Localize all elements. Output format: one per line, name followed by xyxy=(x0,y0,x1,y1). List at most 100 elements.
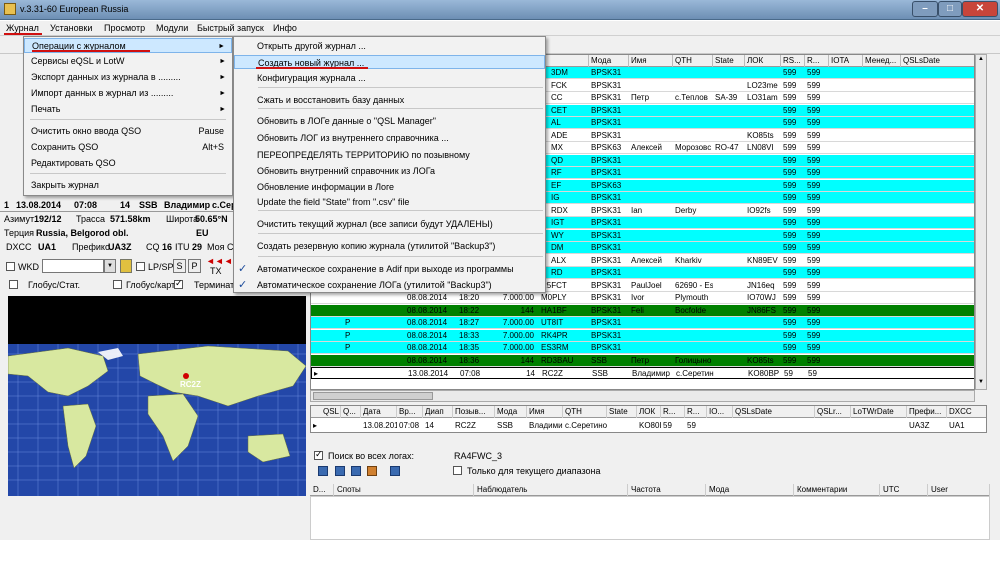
log-grid-horizontal-scrollbar[interactable] xyxy=(310,390,975,402)
cluster-column-header[interactable]: User xyxy=(928,484,990,496)
rst-rcvd-cell: 599 xyxy=(807,168,821,177)
minimize-button[interactable]: – xyxy=(912,1,938,17)
rst-sent-cell: 599 xyxy=(783,330,797,340)
wkd-checkbox[interactable] xyxy=(6,262,15,271)
operations-submenu-item[interactable]: Обновление информации в Логе xyxy=(234,180,545,194)
menu-info[interactable]: Инфо xyxy=(273,23,297,33)
cluster-column-header[interactable]: Частота xyxy=(628,484,706,496)
log-grid-vertical-scrollbar[interactable]: ▲ ▼ xyxy=(975,54,987,390)
table-row[interactable]: 08.08.2014 18:20 7.000.00 M0PLY BPSK31 Ivor Pl… xyxy=(311,292,974,304)
table-row[interactable]: P 08.08.2014 18:33 7.000.00 RK4PR BPSK31 599 59… xyxy=(311,329,974,342)
wkd-input[interactable] xyxy=(42,259,104,273)
log-column-header[interactable]: IOTA xyxy=(829,55,863,67)
journal-menu-item[interactable]: Сервисы eQSL и LotW ► xyxy=(24,54,232,69)
search-all-logs-checkbox[interactable]: ✓ xyxy=(314,449,323,460)
operations-submenu-item[interactable]: Автоматическое сохранение в Adif при вых… xyxy=(234,262,545,276)
operations-submenu-item[interactable]: Открыть другой журнал ... xyxy=(234,39,545,53)
journal-menu-item[interactable]: Очистить окно ввода QSO Pause xyxy=(24,124,232,139)
table-row[interactable]: ▸ 13.08.2014 07:08 14 RC2Z SSB Владимир с.Серет… xyxy=(311,367,974,379)
maximize-button[interactable]: □ xyxy=(938,1,962,17)
table-row[interactable]: P 08.08.2014 18:27 7.000.00 UT8IT BPSK31 599 59… xyxy=(311,317,974,329)
operations-submenu-item[interactable]: Автоматическое сохранение ЛОГа (утилитой… xyxy=(234,278,545,292)
operations-submenu-item[interactable]: Update the field "State" from ".csv" fil… xyxy=(234,195,545,209)
qso-grid-row[interactable]: 13.08.201 07:08 14 RC2Z SSB Владими с.Серетино… xyxy=(311,406,986,432)
rst-rcvd-cell: 599 xyxy=(807,318,821,327)
operations-submenu-item[interactable]: Очистить текущий журнал (все записи буду… xyxy=(234,217,545,231)
rst-rcvd-cell: 599 xyxy=(807,218,821,227)
rewind-icon[interactable]: ◄◄◄ xyxy=(206,256,233,266)
qth-cell xyxy=(673,230,713,242)
journal-menu-item-label: Сервисы eQSL и LotW xyxy=(31,56,125,66)
cluster-column-header[interactable]: UTC xyxy=(880,484,928,496)
terminator-checkbox[interactable]: ✓ xyxy=(174,278,183,289)
operations-submenu-item[interactable]: Создать резервную копию журнала (утилито… xyxy=(234,239,545,253)
operations-submenu-item[interactable]: Конфигурация журнала ... xyxy=(234,71,545,85)
rst-rcvd-cell: 599 xyxy=(807,255,821,265)
log-column-header[interactable]: Мода xyxy=(589,55,629,67)
menu-separator xyxy=(258,108,543,109)
scroll-thumb[interactable] xyxy=(313,392,433,400)
operations-submenu-item-label: Создать резервную копию журнала (утилито… xyxy=(257,241,496,251)
lpsp-checkbox[interactable] xyxy=(136,262,145,271)
journal-menu-item[interactable]: Редактировать QSO xyxy=(24,156,232,171)
table-row[interactable]: 08.08.2014 18:36 144 RD3BAU SSB Петр Голицыно K… xyxy=(311,354,974,367)
log-tool-icon[interactable] xyxy=(318,466,328,476)
p-button[interactable]: P xyxy=(188,259,201,273)
log-column-header[interactable]: R... xyxy=(805,55,829,67)
qso-cell: 59 xyxy=(663,421,672,430)
cluster-column-header[interactable]: Наблюдатель xyxy=(474,484,628,496)
world-map[interactable]: RC2Z xyxy=(7,296,307,496)
menu-settings[interactable]: Установки xyxy=(50,23,92,33)
close-button[interactable]: ✕ xyxy=(962,1,998,17)
cluster-column-header[interactable]: D... xyxy=(310,484,334,496)
log-tool-icon[interactable] xyxy=(390,466,400,476)
mode-cell: BPSK31 xyxy=(591,268,622,277)
operations-submenu-item[interactable]: Обновить в ЛОГе данные о "QSL Manager" xyxy=(234,114,545,128)
s-button[interactable]: S xyxy=(173,259,186,273)
menu-modules[interactable]: Модули xyxy=(156,23,188,33)
log-tool-icon[interactable] xyxy=(367,466,377,476)
globe-stat-checkbox[interactable] xyxy=(9,280,18,289)
operations-submenu-item[interactable]: Обновить ЛОГ из внутреннего справочника … xyxy=(234,131,545,145)
journal-menu-item[interactable]: Сохранить QSO Alt+S xyxy=(24,140,232,155)
state-cell xyxy=(713,130,745,142)
journal-menu-item[interactable]: Печать ► xyxy=(24,102,232,117)
menu-view[interactable]: Просмотр xyxy=(104,23,145,33)
menu-quick-launch[interactable]: Быстрый запуск xyxy=(197,23,264,33)
log-column-header[interactable]: RS... xyxy=(781,55,805,67)
cluster-column-header[interactable]: Мода xyxy=(706,484,794,496)
journal-menu-item[interactable]: Экспорт данных из журнала в ......... ► xyxy=(24,70,232,85)
log-tool-icon[interactable] xyxy=(351,466,361,476)
pencil-icon[interactable] xyxy=(120,259,132,273)
journal-menu-item[interactable]: Импорт данных в журнал из ......... ► xyxy=(24,86,232,101)
scroll-down-icon[interactable]: ▼ xyxy=(977,379,985,387)
journal-menu-item-label: Очистить окно ввода QSO xyxy=(31,126,142,136)
scroll-up-icon[interactable]: ▲ xyxy=(977,56,985,64)
operations-submenu-item[interactable]: Обновить внутренний справочник из ЛОГа xyxy=(234,164,545,178)
qso-grid[interactable]: QSL Q... Дата Вр... Диап Позыв... Мода Имя QTH St… xyxy=(310,405,987,433)
cluster-spot-list[interactable] xyxy=(310,496,990,540)
cluster-column-header[interactable]: Споты xyxy=(334,484,474,496)
log-tool-icon[interactable] xyxy=(335,466,345,476)
log-column-header[interactable]: Менед... xyxy=(863,55,901,67)
current-band-checkbox[interactable] xyxy=(453,466,462,475)
cluster-column-header[interactable]: Комментарии xyxy=(794,484,880,496)
chevron-down-icon[interactable]: ▼ xyxy=(104,259,116,273)
log-column-header[interactable]: Имя xyxy=(629,55,673,67)
operations-submenu-item[interactable]: Сжать и восстановить базу данных xyxy=(234,93,545,107)
menu-journal[interactable]: Журнал xyxy=(6,23,39,33)
table-row[interactable]: 08.08.2014 18:22 144 HA1BF BPSK31 Feli Bocfold… xyxy=(311,304,974,317)
journal-menu-item[interactable]: Закрыть журнал xyxy=(24,178,232,193)
log-column-header[interactable]: ЛОК xyxy=(745,55,781,67)
table-row[interactable]: P 08.08.2014 18:35 7.000.00 ES3RM BPSK31 599 59… xyxy=(311,342,974,354)
tx-label: TX xyxy=(210,266,222,276)
state-cell xyxy=(713,117,745,129)
log-column-header[interactable]: State xyxy=(713,55,745,67)
window-title: v.3.31-60 European Russia xyxy=(20,4,129,14)
qth-cell xyxy=(673,217,713,229)
operations-submenu-item[interactable]: ПЕРЕОПРЕДЕЛЯТЬ ТЕРРИТОРИЮ по позывному xyxy=(234,148,545,162)
log-column-header[interactable]: QSLsDate xyxy=(901,55,974,67)
locator-cell: JN16eq xyxy=(747,280,775,290)
globe-map-checkbox[interactable] xyxy=(113,280,122,289)
log-column-header[interactable]: QTH xyxy=(673,55,713,67)
